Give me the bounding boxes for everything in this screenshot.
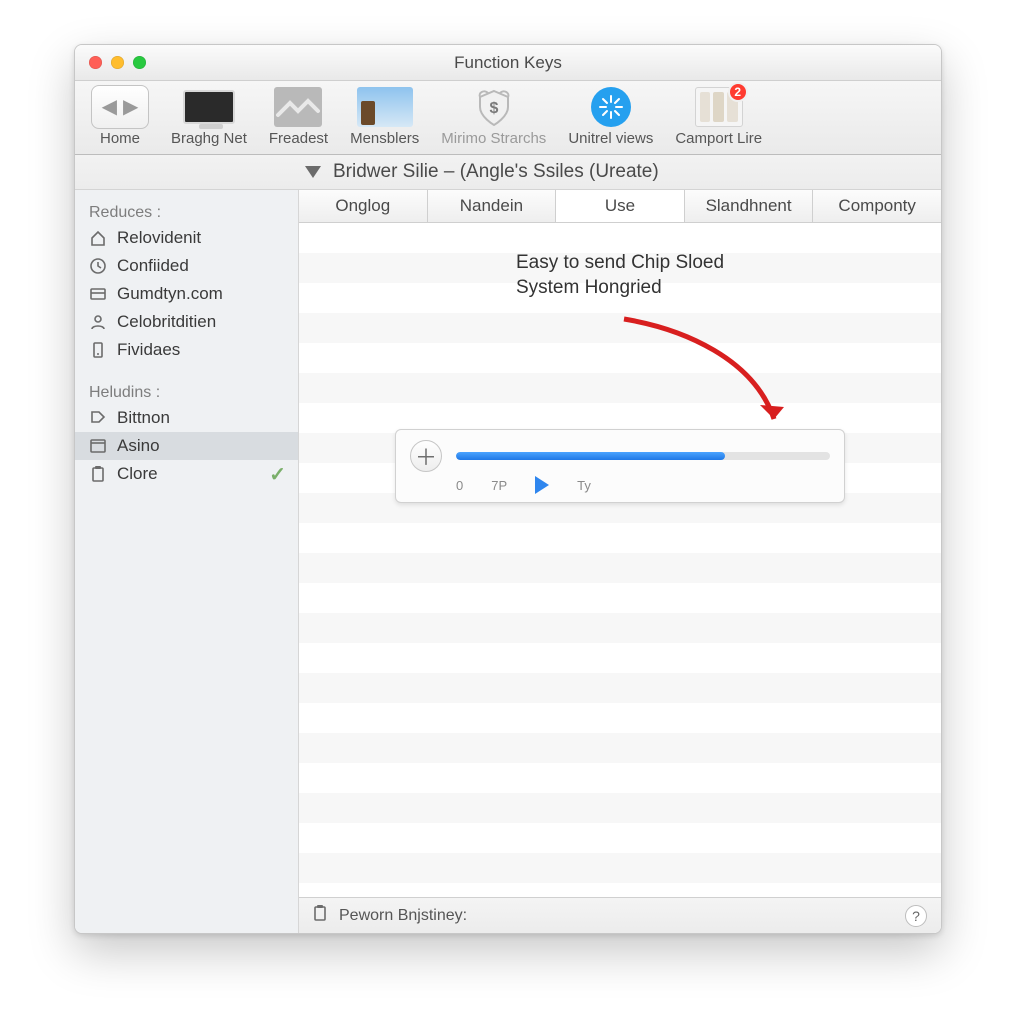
toolbar: ◀ ▶ Home Braghg Net Freadest: [75, 81, 941, 155]
annotation-arrow-icon: [604, 309, 804, 449]
content-area: Onglog Nandein Use Slandhnent Componty E…: [299, 190, 941, 933]
sidebar-item-relovidenit[interactable]: Relovidenit: [75, 224, 298, 252]
toolbar-label: Mensblers: [350, 131, 419, 146]
sidebar-item-label: Bittnon: [117, 408, 170, 428]
tab-label: Componty: [838, 196, 915, 215]
tag-icon: [89, 409, 107, 427]
footer-label: Peworn Bnjstiney:: [339, 907, 467, 925]
toolbar-mensblers[interactable]: Mensblers: [350, 87, 419, 146]
close-icon[interactable]: [89, 56, 102, 69]
sidebar: Reduces : Relovidenit Confiided: [75, 190, 299, 933]
body: Reduces : Relovidenit Confiided: [75, 190, 941, 933]
toolbar-label: Unitrel views: [568, 131, 653, 146]
sidebar-item-fividaes[interactable]: Fividaes: [75, 336, 298, 364]
display-icon: [183, 90, 235, 124]
toolbar-label: Braghg Net: [171, 131, 247, 146]
media-control: ＋ 0 7P Ty: [395, 429, 845, 503]
clipboard-icon: [89, 465, 107, 483]
sidebar-item-label: Asino: [117, 436, 160, 456]
toolbar-label: Camport Lire: [675, 131, 762, 146]
sidebar-item-label: Confiided: [117, 256, 189, 276]
photo-icon: [357, 87, 413, 127]
chevron-left-icon: ◀: [102, 97, 117, 117]
toolbar-unitrel-views[interactable]: Unitrel views: [568, 87, 653, 146]
toolbar-camport-lire[interactable]: 2 Camport Lire: [675, 87, 762, 146]
sidebar-item-label: Celobritditien: [117, 312, 216, 332]
toolbar-label: Home: [100, 131, 140, 146]
sidebar-heading: Heludins :: [75, 378, 298, 404]
toolbar-label: Mirimo Strarchs: [441, 131, 546, 146]
clipboard-icon: [311, 904, 329, 927]
progress-tick-label: 7P: [491, 478, 507, 493]
tab-label: Slandhnent: [706, 196, 792, 215]
clock-icon: [89, 257, 107, 275]
handshake-icon: [274, 87, 322, 127]
sidebar-heading: Reduces :: [75, 198, 298, 224]
toolbar-label: Freadest: [269, 131, 328, 146]
panels-icon: 2: [695, 87, 743, 127]
sidebar-item-gumdtyn[interactable]: Gumdtyn.com: [75, 280, 298, 308]
hint-text: Easy to send Chip Sloed System Hongried: [516, 251, 724, 300]
chevron-right-icon: ▶: [123, 97, 138, 117]
toolbar-home[interactable]: ◀ ▶ Home: [91, 87, 149, 146]
tab-bar: Onglog Nandein Use Slandhnent Componty: [299, 190, 941, 223]
checkmark-icon: ✓: [269, 462, 286, 487]
section-title: Bridwer Silie – (Angle's Ssiles (Ureate): [333, 161, 659, 183]
sidebar-item-label: Fividaes: [117, 340, 180, 360]
progress-slider[interactable]: [456, 452, 830, 460]
window-controls: [75, 56, 146, 69]
hint-line: Easy to send Chip Sloed: [516, 252, 724, 273]
svg-text:$: $: [489, 100, 498, 117]
sidebar-item-confiided[interactable]: Confiided: [75, 252, 298, 280]
preferences-window: Function Keys ◀ ▶ Home Braghg Net: [74, 44, 942, 934]
tab-slandhnent[interactable]: Slandhnent: [685, 190, 814, 222]
progress-start-label: 0: [456, 478, 463, 493]
sidebar-item-clore[interactable]: Clore ✓: [75, 460, 298, 488]
section-header: Bridwer Silie – (Angle's Ssiles (Ureate): [75, 155, 941, 190]
card-icon: [89, 285, 107, 303]
minimize-icon[interactable]: [111, 56, 124, 69]
house-icon: [89, 229, 107, 247]
sidebar-item-label: Gumdtyn.com: [117, 284, 223, 304]
tab-use[interactable]: Use: [556, 190, 685, 222]
sidebar-item-bittnon[interactable]: Bittnon: [75, 404, 298, 432]
zoom-icon[interactable]: [133, 56, 146, 69]
person-icon: [89, 313, 107, 331]
device-icon: [89, 341, 107, 359]
progress-fill: [456, 452, 725, 460]
sidebar-item-label: Relovidenit: [117, 228, 201, 248]
add-button[interactable]: ＋: [410, 440, 442, 472]
tab-componty[interactable]: Componty: [813, 190, 941, 222]
progress-end-label: Ty: [577, 478, 591, 493]
tab-onglog[interactable]: Onglog: [299, 190, 428, 222]
tab-nandein[interactable]: Nandein: [428, 190, 557, 222]
toolbar-freadest[interactable]: Freadest: [269, 87, 328, 146]
play-icon[interactable]: [535, 476, 549, 494]
footer-bar: Peworn Bnjstiney: ?: [299, 897, 941, 933]
window-icon: [89, 437, 107, 455]
notification-badge: 2: [728, 82, 748, 102]
spark-icon: [591, 87, 631, 127]
sidebar-item-asino[interactable]: Asino: [75, 432, 298, 460]
shield-dollar-icon: $: [465, 87, 523, 127]
nav-back-forward-icon[interactable]: ◀ ▶: [91, 85, 149, 129]
list-area: Easy to send Chip Sloed System Hongried …: [299, 223, 941, 897]
titlebar: Function Keys: [75, 45, 941, 81]
disclosure-triangle-icon[interactable]: [305, 166, 321, 178]
window-title: Function Keys: [75, 53, 941, 73]
hint-line: System Hongried: [516, 277, 662, 298]
sidebar-item-celobritditien[interactable]: Celobritditien: [75, 308, 298, 336]
tab-label: Onglog: [335, 196, 390, 215]
toolbar-braghg-net[interactable]: Braghg Net: [171, 87, 247, 146]
sidebar-item-label: Clore: [117, 464, 158, 484]
toolbar-mirimo-strarchs[interactable]: $ Mirimo Strarchs: [441, 87, 546, 146]
tab-label: Nandein: [460, 196, 523, 215]
help-button[interactable]: ?: [905, 905, 927, 927]
tab-label: Use: [605, 196, 635, 215]
